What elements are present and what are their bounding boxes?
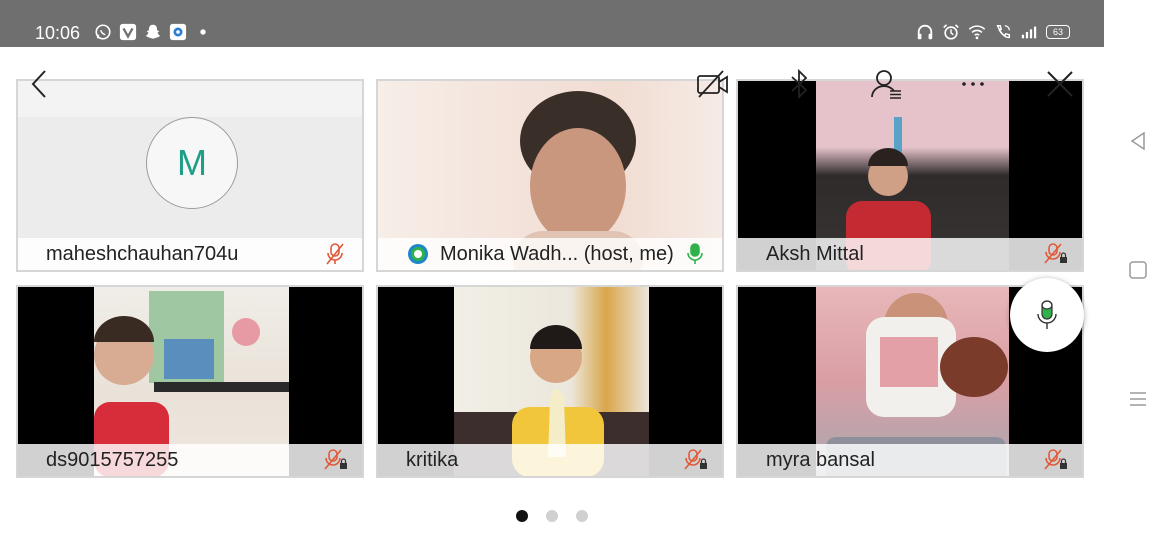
participants-button[interactable] xyxy=(866,64,906,104)
page-dot-3[interactable] xyxy=(576,510,588,522)
bluetooth-icon xyxy=(791,68,808,100)
notification-icons xyxy=(94,23,212,41)
name-bar: myra bansal xyxy=(738,444,1082,476)
whatsapp-icon xyxy=(94,23,112,41)
app-icon xyxy=(169,23,187,41)
mic-muted-locked-icon xyxy=(1042,448,1068,472)
participant-tile[interactable]: M maheshchauhan704u xyxy=(16,79,364,272)
participant-name: Monika Wadh... (host, me) xyxy=(440,242,674,265)
mic-muted-locked-icon xyxy=(1042,242,1068,266)
video-toggle-button[interactable] xyxy=(692,64,732,104)
microphone-icon xyxy=(1037,300,1057,329)
dot-icon xyxy=(194,23,212,41)
status-time: 10:06 xyxy=(35,23,81,43)
avatar: M xyxy=(146,117,238,209)
participant-tile[interactable]: ds9015757255 xyxy=(16,285,364,478)
back-button[interactable] xyxy=(20,64,60,104)
page-indicator xyxy=(516,510,588,522)
signal-icon xyxy=(1020,23,1038,41)
participant-name: maheshchauhan704u xyxy=(46,242,239,265)
close-icon xyxy=(1047,71,1073,97)
wifi-call-icon xyxy=(994,23,1012,41)
page-dot-2[interactable] xyxy=(546,510,558,522)
participant-name: myra bansal xyxy=(766,448,875,471)
close-button[interactable] xyxy=(1040,64,1080,104)
system-icons: 63 xyxy=(916,23,1070,41)
video-off-icon xyxy=(697,70,728,98)
name-bar: Monika Wadh... (host, me) xyxy=(378,238,722,270)
participant-name: kritika xyxy=(406,448,459,471)
name-bar: Aksh Mittal xyxy=(738,238,1082,270)
snapchat-icon xyxy=(144,23,162,41)
name-bar: ds9015757255 xyxy=(18,444,362,476)
battery-icon: 63 xyxy=(1046,25,1070,39)
bluetooth-button[interactable] xyxy=(779,64,819,104)
name-bar: kritika xyxy=(378,444,722,476)
participant-name: Aksh Mittal xyxy=(766,242,864,265)
zoom-app-icon xyxy=(406,242,430,266)
mic-muted-locked-icon xyxy=(322,448,348,472)
v-app-icon xyxy=(119,23,137,41)
participant-tile[interactable]: Monika Wadh... (host, me) xyxy=(376,79,724,272)
alarm-icon xyxy=(942,23,960,41)
back-icon xyxy=(31,70,46,98)
more-icon xyxy=(962,82,984,86)
participant-tile[interactable]: Aksh Mittal xyxy=(736,79,1084,272)
status-bar: 10:06 63 xyxy=(0,0,1104,47)
wifi-icon xyxy=(968,23,986,41)
page-dot-1[interactable] xyxy=(516,510,528,522)
mic-active-icon xyxy=(682,242,708,266)
nav-recents-icon[interactable] xyxy=(1127,388,1149,410)
nav-back-icon[interactable] xyxy=(1127,130,1149,152)
mute-toggle-button[interactable] xyxy=(1010,278,1084,352)
name-bar: maheshchauhan704u xyxy=(18,238,362,270)
mic-muted-locked-icon xyxy=(682,448,708,472)
nav-home-icon[interactable] xyxy=(1127,259,1149,281)
participants-icon xyxy=(871,70,901,99)
participant-tile[interactable]: kritika xyxy=(376,285,724,478)
tile-header-band xyxy=(18,81,362,117)
headphones-icon xyxy=(916,23,934,41)
system-nav-bar xyxy=(1104,0,1170,540)
participant-name: ds9015757255 xyxy=(46,448,179,471)
more-button[interactable] xyxy=(953,64,993,104)
mic-muted-icon xyxy=(322,242,348,266)
